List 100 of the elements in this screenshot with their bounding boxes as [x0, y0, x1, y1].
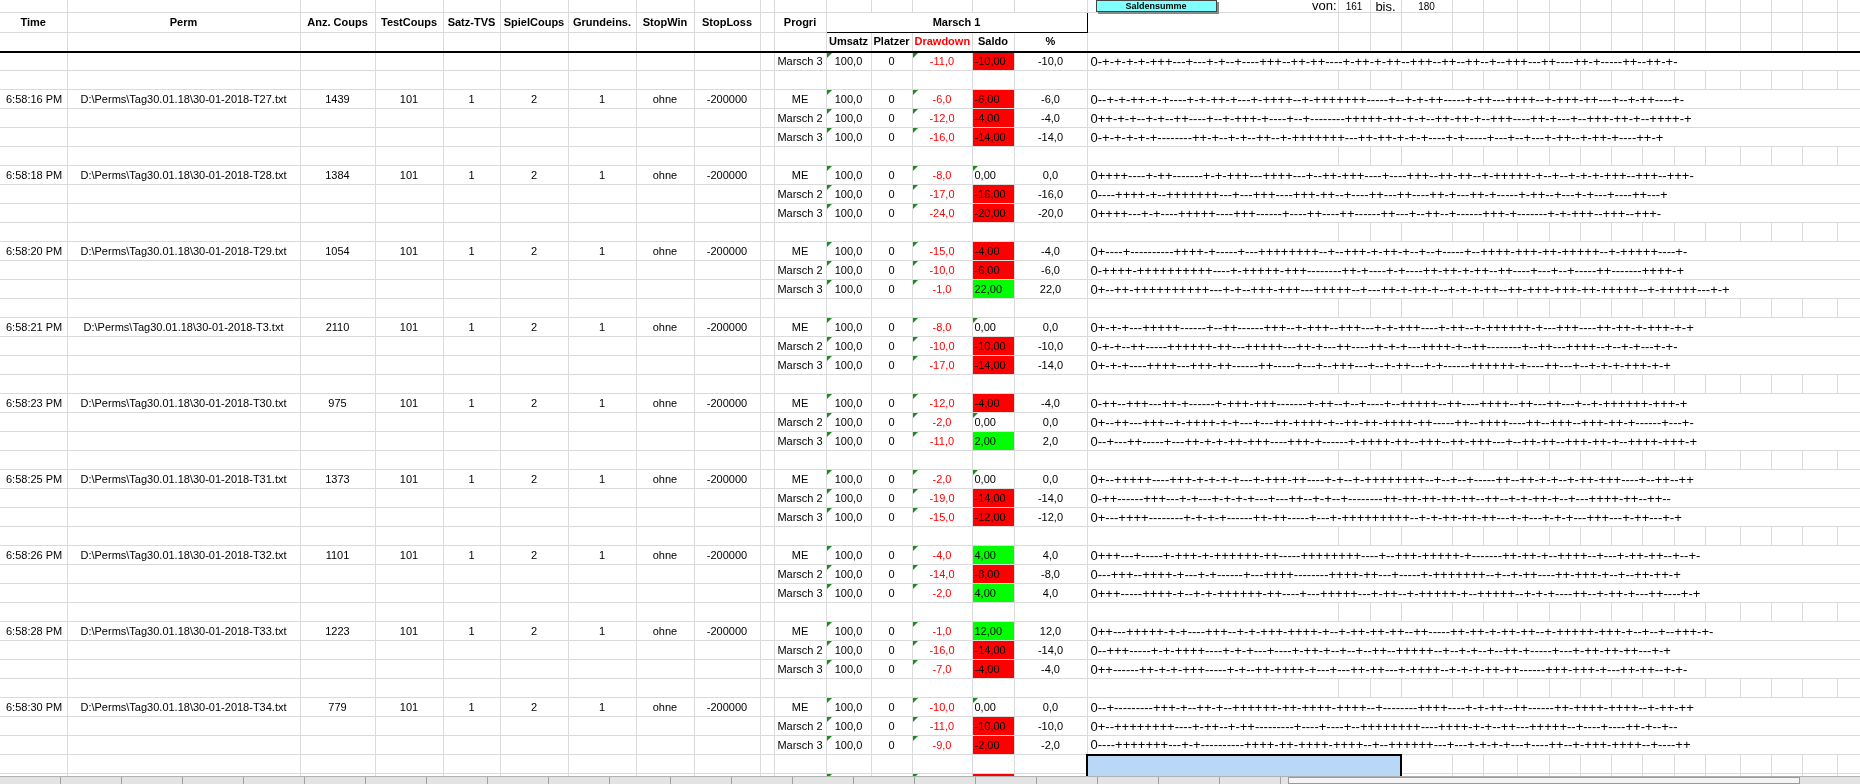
- table-cell: 1: [568, 393, 636, 413]
- table-cell: 6:58:20 PM: [0, 241, 67, 261]
- table-cell: ohne: [636, 469, 694, 489]
- table-cell: 100,0: [826, 336, 871, 356]
- table-cell: 100,0: [826, 241, 871, 261]
- column-header: StopLoss: [694, 12, 760, 32]
- table-cell: 1: [443, 165, 500, 185]
- table-cell: -14,0: [1014, 127, 1087, 147]
- table-cell: D:\Perms\Tag30.01.18\30-01-2018-T28.txt: [67, 165, 300, 185]
- table-cell: 101: [375, 621, 443, 641]
- table-cell: 100,0: [826, 697, 871, 717]
- table-cell: -12,0: [912, 108, 972, 128]
- table-cell: 0+--++++++++----+-++--+-++---------+----+----+--++++++++----++++-+-+--++---+++++--+----+----++-+--+--: [1087, 716, 1860, 736]
- table-cell: 100,0: [826, 317, 871, 337]
- horizontal-scrollbar[interactable]: [1288, 777, 1800, 784]
- table-cell: 0,0: [1014, 165, 1087, 185]
- table-cell: -20,0: [1014, 203, 1087, 223]
- table-cell: -15,0: [912, 241, 972, 261]
- table-cell: Marsch 2: [774, 336, 826, 356]
- table-cell: 2: [500, 393, 568, 413]
- table-cell: -200000: [694, 89, 760, 109]
- table-cell: 1: [568, 469, 636, 489]
- table-cell: 101: [375, 697, 443, 717]
- table-cell: 0: [871, 108, 912, 128]
- table-cell: 1: [443, 317, 500, 337]
- table-cell: 0,00: [972, 165, 1014, 185]
- table-cell: 0: [871, 716, 912, 736]
- table-cell: 0: [871, 165, 912, 185]
- table-cell: ME: [774, 393, 826, 413]
- table-cell: 4,0: [1014, 545, 1087, 565]
- table-cell: Marsch 2: [774, 640, 826, 660]
- table-cell: 1: [568, 317, 636, 337]
- table-cell: 100,0: [826, 279, 871, 299]
- table-cell: -11,0: [912, 51, 972, 71]
- table-cell: 1: [568, 241, 636, 261]
- table-cell: ohne: [636, 621, 694, 641]
- table-cell: 6:58:18 PM: [0, 165, 67, 185]
- table-cell: 0,00: [972, 412, 1014, 432]
- table-cell: 0: [871, 412, 912, 432]
- table-cell: -200000: [694, 545, 760, 565]
- table-cell: 1: [443, 469, 500, 489]
- table-cell: 6:58:16 PM: [0, 89, 67, 109]
- table-cell: -6,0: [1014, 89, 1087, 109]
- table-cell: 0-+-+--++-----++++++-++---+++++---++-+---++----++-+-+---++++-+--++--------+--++---++++--+--+-+---+-+-: [1087, 336, 1860, 356]
- table-cell: 0: [871, 697, 912, 717]
- table-cell: -11,0: [912, 716, 972, 736]
- table-cell: 0+---++++--------+-+-+-+------++-++-----+---+-+++++++++--+-+-++-++-++---+-+---+-+-+---+++---+-++---+-+: [1087, 507, 1860, 527]
- table-cell: 1439: [300, 89, 375, 109]
- table-cell: 100,0: [826, 51, 871, 71]
- table-cell: 1054: [300, 241, 375, 261]
- table-cell: -200000: [694, 317, 760, 337]
- table-cell: 0: [871, 260, 912, 280]
- table-cell: -200000: [694, 165, 760, 185]
- column-header: Grundeins.: [568, 12, 636, 32]
- table-cell: 1: [568, 165, 636, 185]
- table-cell: 0,0: [1014, 697, 1087, 717]
- table-cell: -15,0: [912, 507, 972, 527]
- table-cell: 0: [871, 564, 912, 584]
- table-cell: 0: [871, 507, 912, 527]
- table-cell: 0--+---++-----+---++-+-+-++-+++----+++-+------+-++++-++--+++--++-+++---+--++-++--+++-++-+--++++-+++-+: [1087, 431, 1860, 451]
- table-cell: 6:58:26 PM: [0, 545, 67, 565]
- table-cell: -200000: [694, 697, 760, 717]
- table-cell: 0+-+-+----++++---+++-++------++-----+---+--+++---+--+-++---+-+------++++++-+----++---+--+-+-+-+++-+-+: [1087, 355, 1860, 375]
- table-cell: ohne: [636, 241, 694, 261]
- table-cell: 0: [871, 317, 912, 337]
- table-cell: -4,0: [1014, 241, 1087, 261]
- table-cell: 2: [500, 165, 568, 185]
- table-cell: 100,0: [826, 735, 871, 755]
- table-cell: Marsch 2: [774, 716, 826, 736]
- table-cell: Marsch 2: [774, 108, 826, 128]
- table-cell: Marsch 3: [774, 431, 826, 451]
- table-cell: 0+-+-+---+++++------+--++------+++--+-+++--+++---+-+-+++----+-++--+-++++++-+---+++----++-++-+-+++-+-+: [1087, 317, 1860, 337]
- table-cell: Marsch 3: [774, 355, 826, 375]
- table-cell: D:\Perms\Tag30.01.18\30-01-2018-T32.txt: [67, 545, 300, 565]
- column-header: Saldo: [972, 32, 1014, 52]
- table-cell: -10,0: [1014, 51, 1087, 71]
- table-cell: -1,0: [912, 621, 972, 641]
- table-cell: ME: [774, 241, 826, 261]
- table-cell: Marsch 2: [774, 260, 826, 280]
- column-header: Progri: [774, 12, 826, 32]
- table-cell: 0: [871, 621, 912, 641]
- table-cell: ME: [774, 621, 826, 641]
- table-cell: 100,0: [826, 412, 871, 432]
- table-cell: 0-+-+-+-+-+++---+---+-+--+----+++--++-++----+-++-+-++--+++--++--++--+--+++---++----++-+-----++--++-+-: [1087, 51, 1860, 71]
- table-cell: 2110: [300, 317, 375, 337]
- table-cell: Marsch 3: [774, 51, 826, 71]
- table-cell: 100,0: [826, 507, 871, 527]
- table-cell: 100,0: [826, 108, 871, 128]
- table-cell: 1: [443, 697, 500, 717]
- table-cell: -11,0: [912, 431, 972, 451]
- table-cell: 1: [443, 393, 500, 413]
- table-cell: 6:58:21 PM: [0, 317, 67, 337]
- table-cell: 100,0: [826, 355, 871, 375]
- table-cell: -2,0: [1014, 735, 1087, 755]
- table-cell: ohne: [636, 697, 694, 717]
- column-header: Time: [0, 12, 67, 32]
- table-cell: 101: [375, 241, 443, 261]
- saldensumme-button[interactable]: Saldensumme: [1095, 0, 1217, 12]
- table-cell: 0++++----+-++-------+-+-+++---++++---+--++-+++----+----+++--++-++--+-+++++-+--+--+-+-+-+++--+++--+++-: [1087, 165, 1860, 185]
- table-cell: -16,0: [1014, 184, 1087, 204]
